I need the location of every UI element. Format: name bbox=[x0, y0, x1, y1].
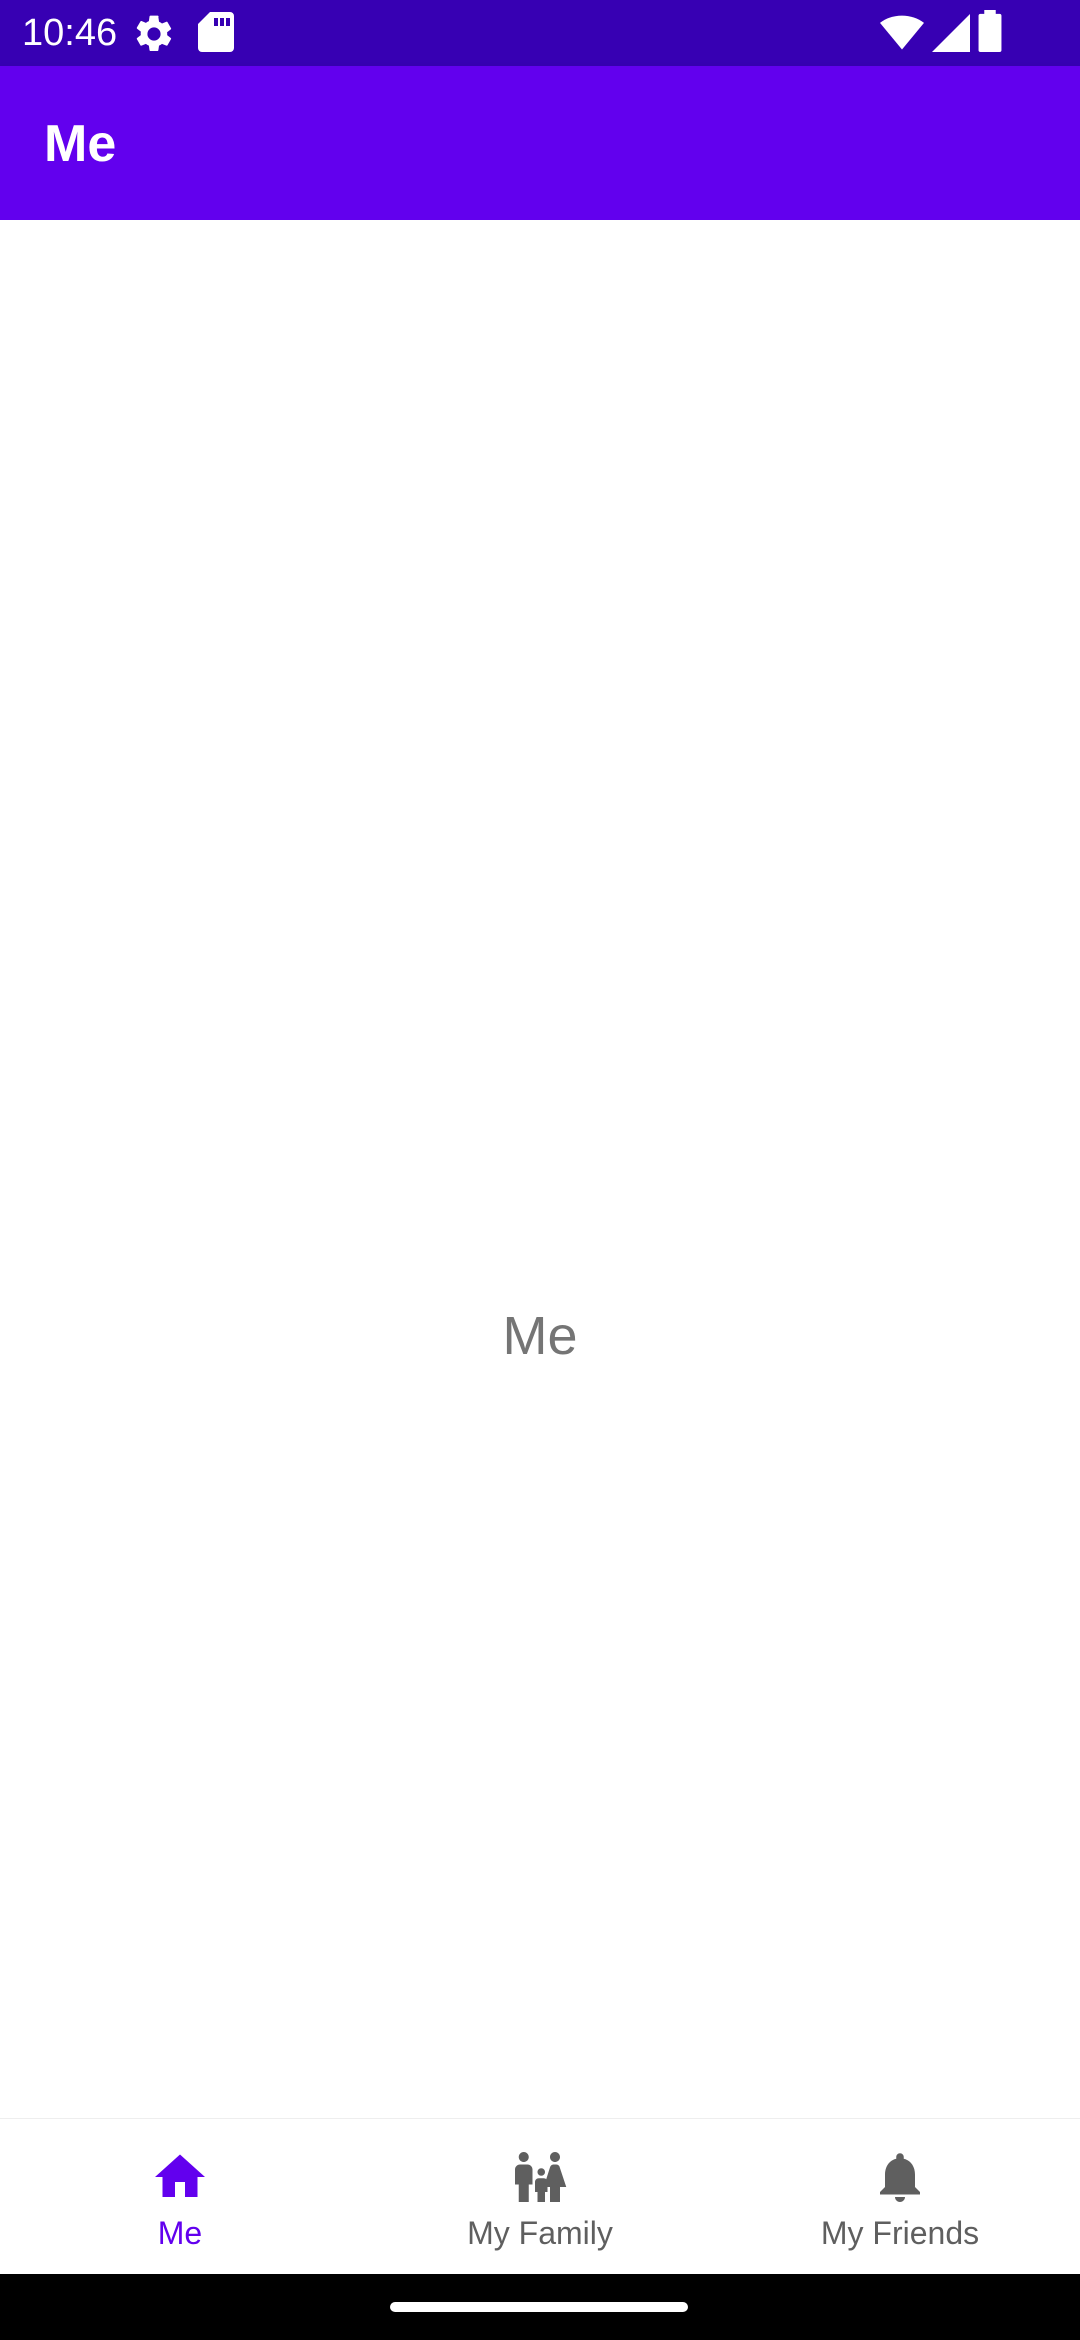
nav-item-my-friends[interactable]: My Friends bbox=[720, 2119, 1080, 2275]
settings-gear-icon bbox=[136, 15, 172, 52]
main-content bbox=[0, 220, 1080, 2118]
family-icon bbox=[515, 2152, 567, 2202]
page-title: Me bbox=[44, 115, 117, 173]
home-gesture-handle[interactable] bbox=[390, 2302, 688, 2312]
sd-card-icon bbox=[198, 12, 234, 52]
status-time: 10:46 bbox=[22, 12, 118, 54]
app-bar: Me bbox=[0, 66, 1080, 220]
bell-icon bbox=[880, 2153, 920, 2202]
nav-label-my-friends: My Friends bbox=[820, 2215, 980, 2251]
home-icon bbox=[155, 2154, 205, 2197]
wifi-icon bbox=[880, 15, 924, 50]
nav-item-my-family[interactable]: My Family bbox=[360, 2119, 720, 2275]
gesture-navigation-bar bbox=[0, 2274, 1080, 2340]
status-bar: 10:46 bbox=[0, 0, 1080, 66]
cellular-signal-icon bbox=[932, 14, 970, 52]
battery-icon bbox=[978, 10, 1002, 52]
nav-label-my-family: My Family bbox=[467, 2215, 613, 2251]
content-text: Me bbox=[502, 1306, 578, 1366]
bottom-navigation: Me My Family My Friends bbox=[0, 2118, 1080, 2275]
nav-label-me: Me bbox=[157, 2215, 203, 2251]
nav-item-me[interactable]: Me bbox=[0, 2119, 360, 2275]
